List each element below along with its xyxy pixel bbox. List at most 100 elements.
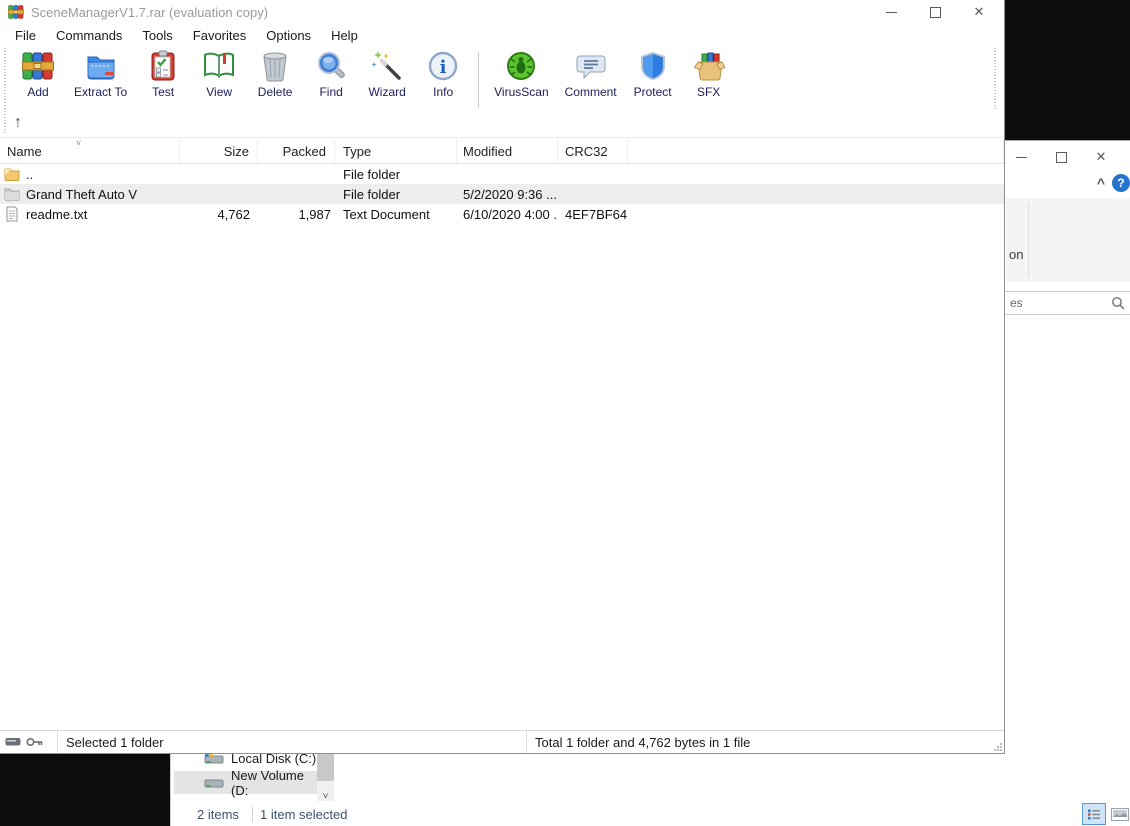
info-button[interactable]: i Info xyxy=(415,50,471,99)
details-view-button[interactable] xyxy=(1082,803,1106,825)
explorer-window-controls: ✕ xyxy=(1001,145,1121,169)
file-name: .. xyxy=(26,167,33,182)
minimize-icon xyxy=(1016,157,1027,158)
file-type: Text Document xyxy=(335,207,457,222)
toolbar-button-label: SFX xyxy=(697,85,720,99)
close-icon: ✕ xyxy=(1096,149,1107,165)
desktop: ✕ ^ ? on es Local Disk (C:) xyxy=(0,0,1130,826)
toolbar-button-label: Info xyxy=(433,85,453,99)
column-header-type[interactable]: Type xyxy=(335,139,457,163)
explorer-search-box[interactable]: es xyxy=(1004,291,1130,315)
drive-icon xyxy=(204,776,224,790)
disk-icon xyxy=(5,737,21,747)
virusscan-button[interactable]: VirusScan xyxy=(486,50,556,99)
menu-tools[interactable]: Tools xyxy=(132,28,182,43)
search-icon xyxy=(1111,296,1125,310)
toolbar-button-label: Comment xyxy=(565,85,617,99)
thumbnail-view-icon xyxy=(1111,808,1129,821)
explorer-status-bar: 2 items 1 item selected xyxy=(171,801,1130,826)
menu-favorites[interactable]: Favorites xyxy=(183,28,256,43)
minimize-icon xyxy=(886,12,897,13)
winrar-menu-bar: File Commands Tools Favorites Options He… xyxy=(5,24,368,46)
wizard-button[interactable]: Wizard xyxy=(359,50,415,99)
file-modified: 5/2/2020 9:36 ... xyxy=(457,187,558,202)
winrar-address-bar: ↑ xyxy=(0,112,1004,138)
help-button[interactable]: ? xyxy=(1112,174,1130,192)
drive-label: New Volume (D: xyxy=(231,768,317,798)
explorer-ribbon: on xyxy=(1006,198,1130,282)
status-total-text: Total 1 folder and 4,762 bytes in 1 file xyxy=(527,731,1004,753)
protect-shield-icon xyxy=(637,50,669,82)
delete-button[interactable]: Delete xyxy=(247,50,303,99)
toolbar-grip-right[interactable] xyxy=(994,48,996,110)
file-list-header: ˅ Name Size Packed Type Modified CRC32 xyxy=(0,139,1004,164)
winrar-archive-icon xyxy=(22,50,54,82)
status-icons xyxy=(0,731,58,753)
column-header-size[interactable]: Size xyxy=(180,139,258,163)
info-circle-icon: i xyxy=(427,50,459,82)
sort-indicator-icon: ˅ xyxy=(76,138,81,148)
sfx-button[interactable]: SFX xyxy=(681,50,737,99)
winrar-minimize-button[interactable] xyxy=(869,0,913,24)
toolbar-button-label: Protect xyxy=(634,85,672,99)
menu-file[interactable]: File xyxy=(5,28,46,43)
delete-trash-icon xyxy=(259,50,291,82)
wizard-wand-icon xyxy=(371,50,403,82)
virus-scan-icon xyxy=(505,50,537,82)
svg-text:i: i xyxy=(440,57,447,78)
explorer-close-button[interactable]: ✕ xyxy=(1081,145,1121,169)
file-type: File folder xyxy=(335,187,457,202)
up-one-level-button[interactable]: ↑ xyxy=(14,114,22,132)
ribbon-label-partial: on xyxy=(1009,247,1023,262)
toolbar-button-label: Wizard xyxy=(368,85,405,99)
winrar-title-bar: SceneManagerV1.7.rar (evaluation copy) xyxy=(0,0,1004,24)
winrar-toolbar: Add Extract To xyxy=(10,50,737,108)
toolbar-button-label: View xyxy=(206,85,232,99)
view-button[interactable]: View xyxy=(191,50,247,99)
sfx-box-icon xyxy=(693,50,725,82)
find-magnifier-icon xyxy=(315,50,347,82)
search-text: es xyxy=(1005,296,1111,310)
find-button[interactable]: Find xyxy=(303,50,359,99)
explorer-maximize-button[interactable] xyxy=(1041,145,1081,169)
menu-help[interactable]: Help xyxy=(321,28,368,43)
explorer-minimize-button[interactable] xyxy=(1001,145,1041,169)
menu-options[interactable]: Options xyxy=(256,28,321,43)
add-button[interactable]: Add xyxy=(10,50,66,99)
maximize-icon xyxy=(1056,152,1067,163)
toolbar-separator xyxy=(478,52,479,108)
resize-grip[interactable] xyxy=(993,742,1003,752)
winrar-status-bar: Selected 1 folder Total 1 folder and 4,7… xyxy=(0,730,1004,753)
winrar-close-button[interactable]: ✕ xyxy=(957,0,1001,24)
winrar-maximize-button[interactable] xyxy=(913,0,957,24)
extract-to-button[interactable]: Extract To xyxy=(66,50,135,99)
file-name: Grand Theft Auto V xyxy=(26,187,137,202)
drive-item-new-volume-d[interactable]: New Volume (D: xyxy=(174,771,317,794)
toolbar-button-label: Delete xyxy=(258,85,293,99)
file-packed: 1,987 xyxy=(258,207,335,222)
extract-folder-icon xyxy=(85,50,117,82)
comment-button[interactable]: Comment xyxy=(557,50,625,99)
thumbnail-view-button[interactable] xyxy=(1108,803,1130,825)
test-button[interactable]: Test xyxy=(135,50,191,99)
ribbon-collapse-button[interactable]: ^ xyxy=(1091,175,1111,191)
column-header-crc32[interactable]: CRC32 xyxy=(558,139,628,163)
window-title: SceneManagerV1.7.rar (evaluation copy) xyxy=(31,5,268,20)
key-icon xyxy=(26,737,44,747)
file-name: readme.txt xyxy=(26,207,87,222)
protect-button[interactable]: Protect xyxy=(625,50,681,99)
text-file-icon xyxy=(4,206,20,222)
toolbar-button-label: Add xyxy=(27,85,48,99)
file-row-up-dir[interactable]: .. File folder xyxy=(0,164,1004,184)
view-book-icon xyxy=(203,50,235,82)
column-header-name[interactable]: Name xyxy=(0,139,180,163)
column-header-modified[interactable]: Modified xyxy=(457,139,558,163)
folder-up-icon xyxy=(4,166,20,182)
column-header-packed[interactable]: Packed xyxy=(258,139,335,163)
menu-commands[interactable]: Commands xyxy=(46,28,132,43)
file-crc32: 4EF7BF64 xyxy=(558,207,628,222)
file-modified: 6/10/2020 4:00 ... xyxy=(457,207,558,222)
file-row-readme-txt[interactable]: readme.txt 4,762 1,987 Text Document 6/1… xyxy=(0,204,1004,224)
selection-count: 1 item selected xyxy=(260,807,347,822)
file-row-grand-theft-auto-v[interactable]: Grand Theft Auto V File folder 5/2/2020 … xyxy=(0,184,1004,204)
